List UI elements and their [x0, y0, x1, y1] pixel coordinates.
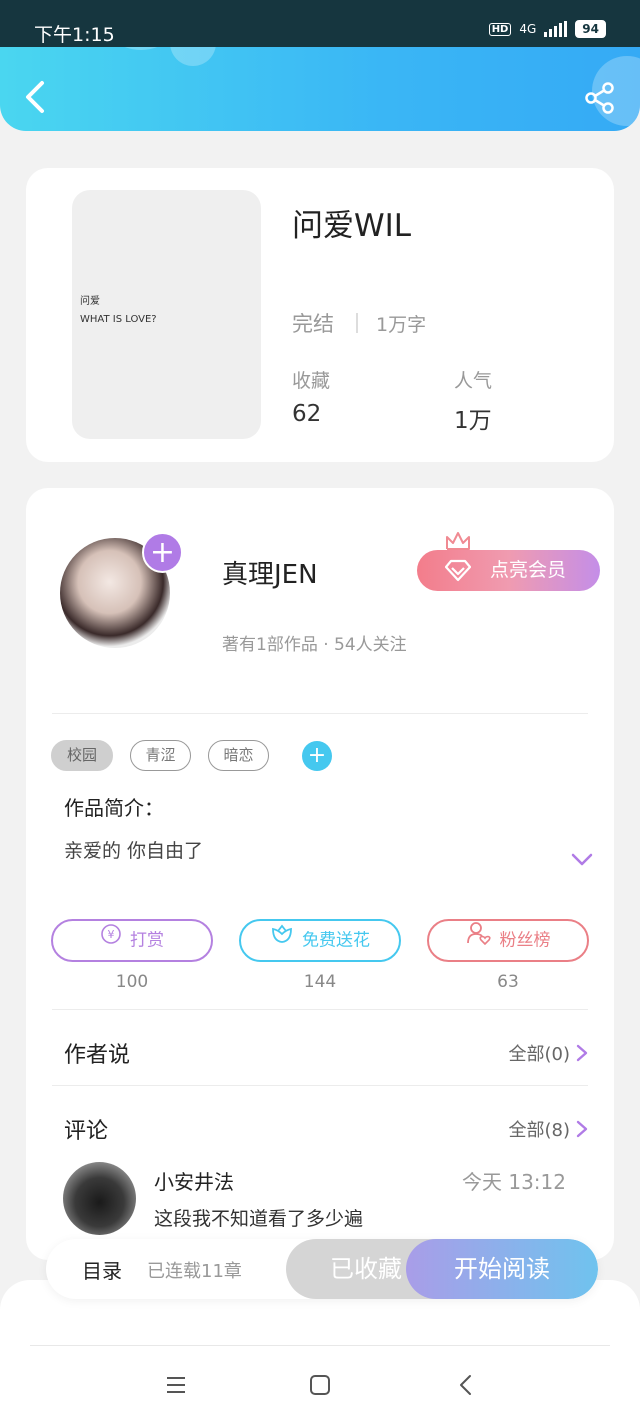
- share-icon[interactable]: [584, 82, 616, 114]
- author-says-more-label: 全部(0): [508, 1044, 571, 1065]
- status-icons: HD 4G 94: [488, 20, 606, 38]
- top-header: 下午1:15 HD 4G 94: [0, 0, 640, 131]
- start-reading-button[interactable]: 开始阅读: [406, 1239, 598, 1299]
- flower-count: 144: [303, 972, 337, 992]
- intro-label: 作品简介：: [64, 796, 164, 820]
- network-label: 4G: [519, 22, 537, 36]
- add-tag-button[interactable]: +: [302, 741, 332, 771]
- yen-icon: ¥: [100, 921, 122, 960]
- follow-button[interactable]: +: [142, 532, 183, 573]
- book-title: 问爱WIL: [292, 208, 412, 244]
- fan-ranking-button[interactable]: 粉丝榜: [427, 919, 589, 962]
- book-info-card: 问爱 WHAT IS LOVE? 问爱WIL 完结 1万字 收藏 62 人气 1…: [26, 168, 614, 462]
- tag-chip[interactable]: 暗恋: [208, 740, 269, 771]
- intro-text: 亲爱的 你自由了: [64, 840, 204, 862]
- tag-chip[interactable]: 青涩: [130, 740, 191, 771]
- tag-chip[interactable]: 校园: [51, 740, 113, 771]
- send-flower-label: 免费送花: [302, 930, 370, 951]
- chevron-right-icon: [576, 1044, 588, 1062]
- popularity-value: 1万: [454, 408, 492, 434]
- fan-count: 63: [497, 972, 519, 992]
- comments-title: 评论: [64, 1119, 109, 1144]
- status-bar: 下午1:15 HD 4G 94: [0, 0, 640, 47]
- author-card: + 真理JEN 著有1部作品 · 54人关注 点亮会员 校园 青涩 暗恋 + 作…: [26, 488, 614, 1260]
- vip-button[interactable]: 点亮会员: [417, 550, 600, 591]
- author-name[interactable]: 真理JEN: [222, 554, 318, 591]
- tip-count: 100: [115, 972, 149, 992]
- divider: [52, 1009, 588, 1010]
- hd-icon: HD: [488, 22, 512, 36]
- chevron-down-icon[interactable]: [570, 852, 594, 868]
- divider: [356, 313, 358, 333]
- author-says-title: 作者说: [64, 1043, 131, 1068]
- divider: [52, 713, 588, 714]
- word-count: 1万字: [376, 314, 427, 336]
- tip-label: 打赏: [130, 930, 164, 951]
- favorites-label: 收藏: [292, 370, 331, 392]
- book-status: 完结: [292, 312, 334, 336]
- battery-icon: 94: [575, 20, 606, 38]
- divider: [30, 1345, 610, 1346]
- flower-icon: [270, 921, 294, 960]
- home-icon[interactable]: [308, 1373, 332, 1397]
- fan-icon: [466, 921, 492, 960]
- tip-button[interactable]: ¥ 打赏: [51, 919, 213, 962]
- signal-icon: [544, 21, 568, 37]
- book-cover[interactable]: 问爱 WHAT IS LOVE?: [72, 190, 261, 439]
- status-time: 下午1:15: [34, 24, 115, 46]
- comment-avatar[interactable]: [63, 1162, 136, 1235]
- comments-more[interactable]: 全部(8): [509, 1116, 589, 1142]
- comment-text: 这段我不知道看了多少遍: [154, 1208, 364, 1230]
- back-icon[interactable]: [454, 1373, 478, 1397]
- catalog-button[interactable]: 目录: [82, 1255, 122, 1284]
- send-flower-button[interactable]: 免费送花: [239, 919, 401, 962]
- system-nav-area: [0, 1280, 640, 1422]
- cover-title: 问爱: [80, 296, 100, 307]
- comment-user: 小安井法: [154, 1170, 234, 1194]
- chevron-right-icon: [576, 1120, 588, 1138]
- bottom-action-bar: 目录 已连载11章 已收藏 开始阅读: [46, 1239, 598, 1299]
- menu-icon[interactable]: [164, 1373, 188, 1397]
- comments-more-label: 全部(8): [508, 1120, 571, 1141]
- comment-time: 今天 13:12: [462, 1170, 566, 1194]
- popularity-label: 人气: [454, 370, 493, 392]
- serial-status: 已连载11章: [147, 1261, 242, 1282]
- favorites-value: 62: [292, 401, 322, 427]
- diamond-icon: [445, 559, 471, 582]
- vip-button-label: 点亮会员: [490, 559, 567, 581]
- chevron-left-icon[interactable]: [22, 80, 48, 114]
- author-says-more[interactable]: 全部(0): [509, 1040, 589, 1066]
- divider: [52, 1085, 588, 1086]
- cover-subtitle: WHAT IS LOVE?: [80, 314, 157, 325]
- fan-ranking-label: 粉丝榜: [499, 930, 551, 951]
- svg-text:¥: ¥: [108, 928, 115, 941]
- author-meta: 著有1部作品 · 54人关注: [222, 635, 407, 655]
